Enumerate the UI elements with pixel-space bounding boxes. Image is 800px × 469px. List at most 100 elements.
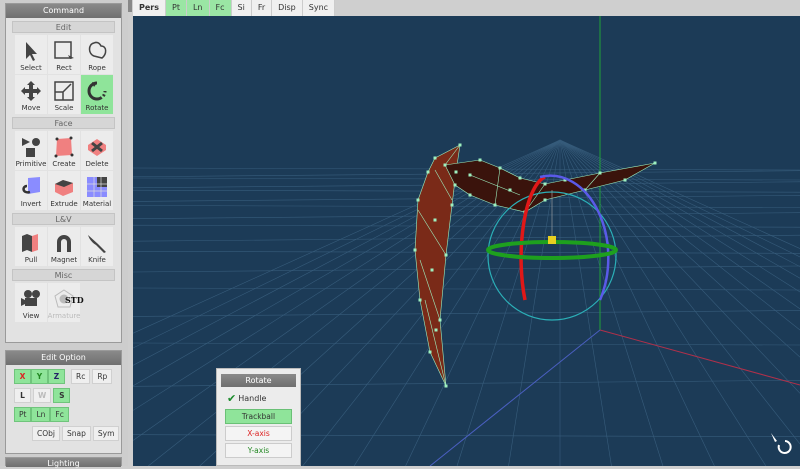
s-button[interactable]: S [53,388,71,403]
y-rotation-ring [486,240,618,260]
rotate-view-icon[interactable] [771,433,792,454]
mesh-vertex[interactable] [416,198,420,202]
mesh-vertex[interactable] [543,198,547,202]
sym-button[interactable]: Sym [92,426,120,441]
snap-button[interactable]: Snap [62,426,91,441]
mesh-vertex[interactable] [478,158,482,162]
mesh-vertex[interactable] [543,182,547,186]
checkmark-icon: ✔ [227,392,237,405]
axis-z-toggle[interactable]: Z [48,369,65,384]
rc-button[interactable]: Rc [71,369,91,384]
tool-move[interactable]: Move [15,75,47,114]
mesh-vertex[interactable] [498,166,502,170]
tool-extrude[interactable]: Extrude [48,171,80,210]
tool-armature[interactable]: STD Armature [48,283,84,322]
handle-checkbox[interactable]: ✔ Handle [227,392,300,405]
tab-ln[interactable]: Ln [186,0,210,16]
left-panel: Command Edit Select Rect Rope Move Scale… [0,0,128,468]
section-face: Face [12,117,115,129]
tab-fr[interactable]: Fr [251,0,273,16]
tab-si[interactable]: Si [231,0,252,16]
mesh-vertex[interactable] [493,203,497,207]
create-face-icon [54,136,74,158]
mesh-vertex[interactable] [623,178,627,182]
tool-rotate[interactable]: Rotate [81,75,113,114]
mesh-vertex[interactable] [458,143,462,147]
mesh-vertex[interactable] [450,203,454,207]
mesh-vertex[interactable] [468,173,472,177]
mesh-vertex[interactable] [453,183,457,187]
delete-face-icon [88,139,106,156]
mesh-vertex[interactable] [434,328,438,332]
section-edit: Edit [12,21,115,33]
mesh-vertex[interactable] [653,161,657,165]
tool-scale[interactable]: Scale [48,75,80,114]
tool-rect[interactable]: Rect [48,35,80,74]
rp-button[interactable]: Rp [92,369,113,384]
tab-pt[interactable]: Pt [166,0,187,16]
tool-create[interactable]: Create [48,131,80,170]
edit-option-panel: Edit Option XYZ Rc Rp LWS Pt Ln Fc CObj Sna… [5,350,122,454]
invert-icon [22,177,40,194]
mesh-vertex[interactable] [430,268,434,272]
tool-invert[interactable]: Invert [15,171,47,210]
mesh-vertex[interactable] [508,188,512,192]
axis-y-toggle[interactable]: Y [31,369,48,384]
mesh-vertex[interactable] [444,384,448,388]
mesh-vertex[interactable] [433,156,437,160]
section-misc: Misc [12,269,115,281]
camera-icon [21,290,40,306]
mesh-vertex[interactable] [418,298,422,302]
x-axis-button[interactable]: X-axis [225,426,292,441]
tab-sync[interactable]: Sync [302,0,336,16]
tool-primitive[interactable]: Primitive [15,131,47,170]
rotate-icon [87,81,107,101]
tab-fc[interactable]: Fc [209,0,232,16]
knife-icon [88,235,106,253]
lighting-panel[interactable]: Lighting [5,457,122,468]
mesh-vertex[interactable] [518,176,522,180]
mesh-vertex[interactable] [428,350,432,354]
mesh-vertex[interactable] [468,193,472,197]
mesh-vertex[interactable] [444,253,448,257]
tool-knife[interactable]: Knife [81,227,113,266]
tool-pull[interactable]: Pull [15,227,47,266]
std-badge: STD [65,295,84,305]
command-title: Command [6,4,121,18]
l-button[interactable]: L [14,388,31,403]
tool-select[interactable]: Select [15,35,47,74]
mesh-vertex[interactable] [438,318,442,322]
material-icon [87,177,107,197]
tab-pers[interactable]: Pers [133,0,166,16]
mesh-vertex[interactable] [413,248,417,252]
mesh-vertex[interactable] [454,170,458,174]
section-lv: L&V [12,213,115,225]
panel-scroll-handle[interactable] [128,0,132,12]
ln-toggle[interactable]: Ln [31,407,51,422]
rect-select-icon [54,41,74,59]
extrude-icon [55,180,73,196]
cobj-button[interactable]: CObj [32,426,60,441]
mesh-vertex[interactable] [433,218,437,222]
mesh-vertex[interactable] [443,163,447,167]
axis-x-toggle[interactable]: X [14,369,31,384]
arrow-cursor-icon [26,42,37,61]
tool-material[interactable]: Material [81,171,113,210]
fc-toggle[interactable]: Fc [50,407,69,422]
pt-toggle[interactable]: Pt [14,407,32,422]
rotate-options-panel: Rotate ✔ Handle Trackball X-axis Y-axis [216,368,301,466]
magnet-icon [57,235,71,252]
tool-view[interactable]: View [15,283,47,322]
trackball-button[interactable]: Trackball [225,409,292,424]
y-axis-button[interactable]: Y-axis [225,443,292,458]
tool-delete[interactable]: Delete [81,131,113,170]
w-button[interactable]: W [33,388,52,403]
tool-rope[interactable]: Rope [81,35,113,74]
mesh-vertex[interactable] [598,171,602,175]
scale-icon [54,81,74,101]
command-panel: Command Edit Select Rect Rope Move Scale… [5,3,122,343]
tool-magnet[interactable]: Magnet [48,227,80,266]
tab-disp[interactable]: Disp [272,0,303,16]
mesh-vertex[interactable] [426,170,430,174]
viewport-tabs: Pers Pt Ln Fc Si Fr Disp Sync [133,0,336,16]
